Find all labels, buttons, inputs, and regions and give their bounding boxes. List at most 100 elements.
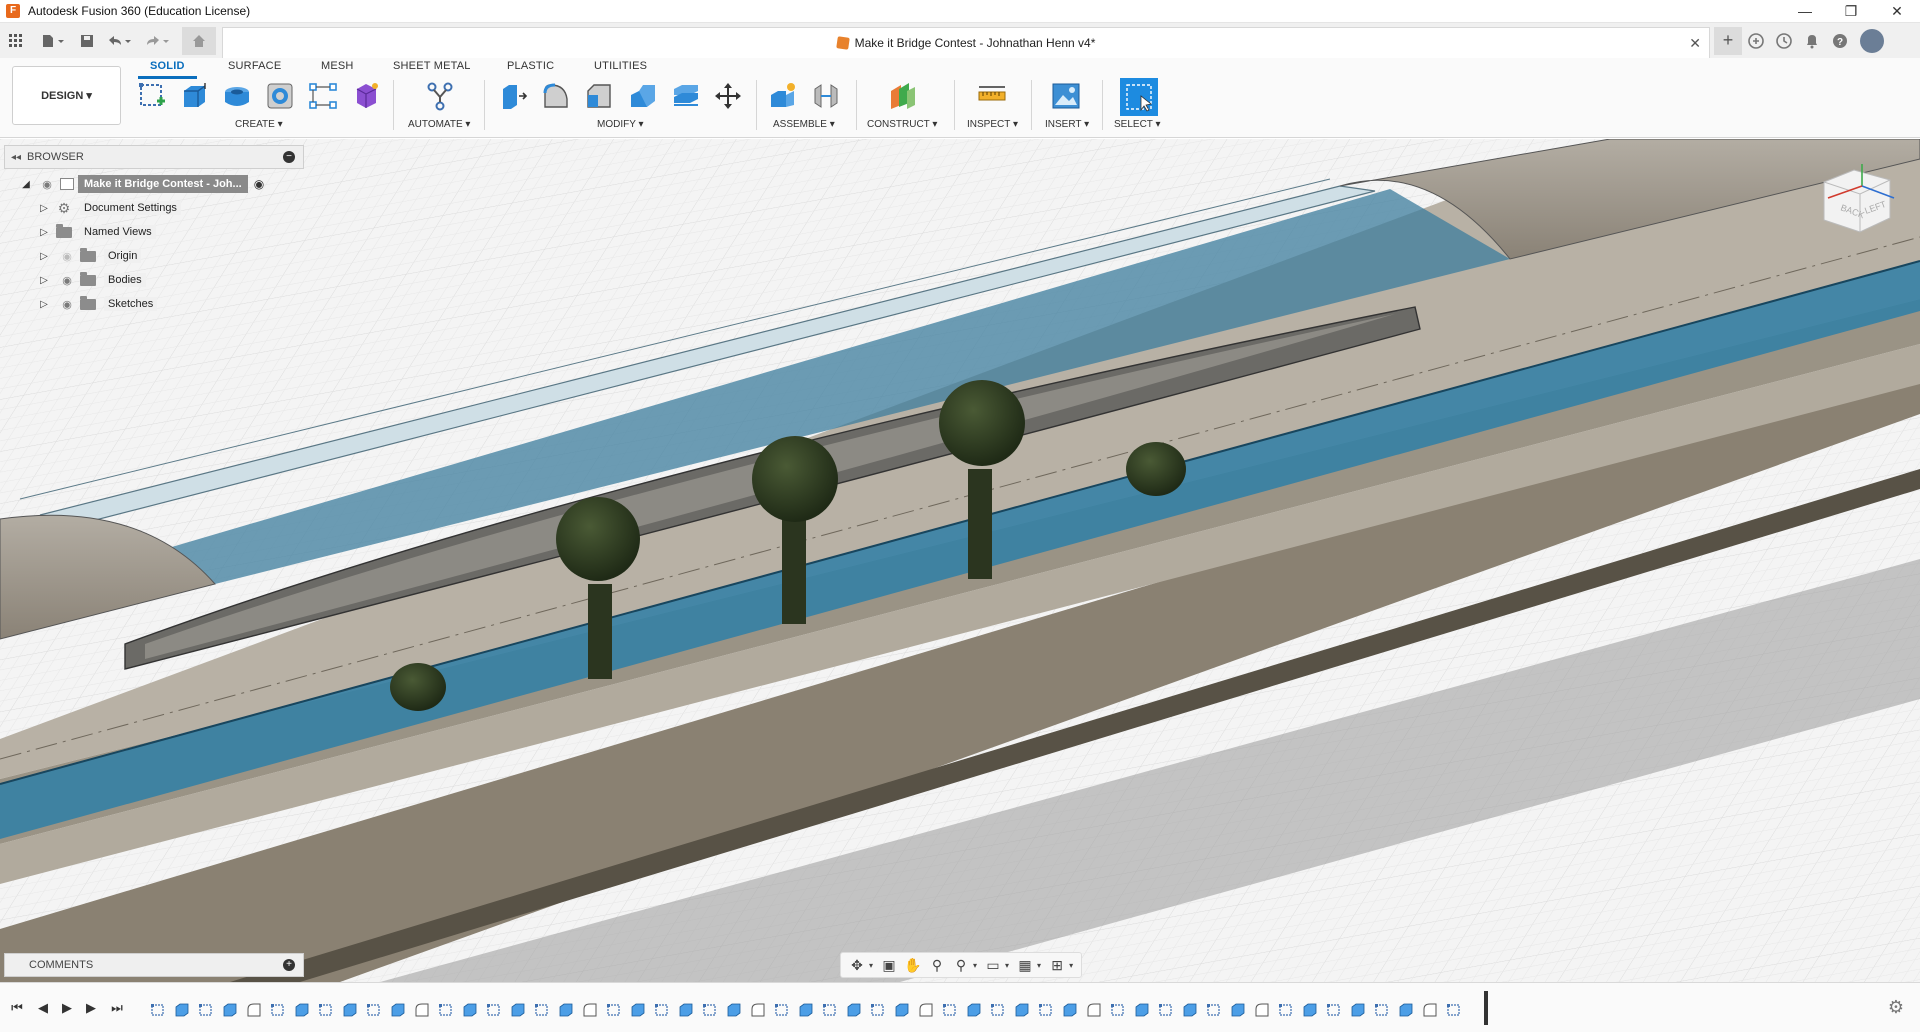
timeline-feature-fillet-icon[interactable] [578,1001,602,1019]
automate-icon[interactable] [424,80,456,112]
timeline-feature-extrude-icon[interactable] [1298,1001,1322,1019]
file-menu-icon[interactable] [32,27,74,55]
chevron-down-icon[interactable]: ▾ [1037,961,1041,970]
form-icon[interactable] [350,80,382,112]
measure-icon[interactable] [976,80,1008,112]
timeline-feature-fillet-icon[interactable] [242,1001,266,1019]
inspect-menu[interactable]: INSPECT ▾ [967,119,1018,130]
tab-sheet-metal[interactable]: SHEET METAL [393,60,471,72]
timeline-feature-extrude-icon[interactable] [842,1001,866,1019]
expand-icon[interactable]: ▷ [38,226,50,238]
timeline-feature-sketch-icon[interactable] [1034,1001,1058,1019]
new-component-icon[interactable] [767,80,799,112]
browser-item-sketches[interactable]: ▷ ◉ Sketches [38,294,158,314]
collapse-panel-icon[interactable]: ◂◂ [5,152,27,163]
timeline-feature-extrude-icon[interactable] [1010,1001,1034,1019]
document-tab[interactable]: Make it Bridge Contest - Johnathan Henn … [222,27,1710,58]
timeline-feature-extrude-icon[interactable] [1394,1001,1418,1019]
restore-button[interactable]: ❐ [1828,0,1874,23]
pattern-icon[interactable] [307,80,339,112]
timeline-feature-sketch-icon[interactable] [1322,1001,1346,1019]
go-to-start-icon[interactable]: ⏮ [6,997,28,1019]
chevron-down-icon[interactable]: ▾ [1005,961,1009,970]
timeline-feature-extrude-icon[interactable] [890,1001,914,1019]
timeline-feature-extrude-icon[interactable] [626,1001,650,1019]
add-comment-button[interactable]: + [283,959,295,971]
close-tab-icon[interactable]: ✕ [1689,35,1701,52]
home-icon[interactable] [182,26,216,55]
browser-root-item[interactable]: ◢ ◉ Make it Bridge Contest - Joh... ◉ [20,174,264,194]
browser-item-document-settings[interactable]: ▷ ⚙ Document Settings [38,198,181,218]
timeline-feature-sketch-icon[interactable] [698,1001,722,1019]
timeline-marker[interactable] [1484,991,1488,1025]
create-menu[interactable]: CREATE ▾ [235,119,283,130]
browser-item-named-views[interactable]: ▷ Named Views [38,222,156,242]
insert-menu[interactable]: INSERT ▾ [1045,119,1089,130]
notifications-icon[interactable] [1798,27,1826,55]
expand-root-icon[interactable]: ◢ [20,178,32,190]
timeline-feature-fillet-icon[interactable] [410,1001,434,1019]
pan-icon[interactable]: ✋ [901,954,925,976]
revolve-icon[interactable] [221,80,253,112]
play-icon[interactable]: ▶ [56,997,78,1019]
redo-icon[interactable] [138,27,176,55]
activate-radio-icon[interactable]: ◉ [254,177,264,191]
step-back-icon[interactable]: ◀ [32,997,54,1019]
timeline-feature-sketch-icon[interactable] [770,1001,794,1019]
timeline-feature-sketch-icon[interactable] [194,1001,218,1019]
extrude-icon[interactable] [178,80,210,112]
expand-icon[interactable]: ▷ [38,250,50,262]
extensions-icon[interactable] [1742,27,1770,55]
timeline-feature-extrude-icon[interactable] [962,1001,986,1019]
apps-grid-icon[interactable] [0,27,32,55]
visibility-eye-icon[interactable]: ◉ [60,274,74,287]
timeline-feature-extrude-icon[interactable] [1130,1001,1154,1019]
timeline-feature-sketch-icon[interactable] [434,1001,458,1019]
workspace-switcher[interactable]: DESIGN ▾ [12,66,121,125]
go-to-end-icon[interactable]: ⏭ [106,997,128,1019]
timeline-feature-extrude-icon[interactable] [1226,1001,1250,1019]
timeline-feature-sketch-icon[interactable] [866,1001,890,1019]
browser-item-origin[interactable]: ▷ ◉ Origin [38,246,142,266]
tab-solid[interactable]: SOLID [138,60,197,79]
tab-surface[interactable]: SURFACE [228,60,281,72]
select-icon[interactable] [1120,78,1158,116]
visibility-eye-icon[interactable]: ◉ [40,178,54,191]
timeline-feature-fillet-icon[interactable] [914,1001,938,1019]
timeline-feature-sketch-icon[interactable] [1442,1001,1466,1019]
timeline-feature-sketch-icon[interactable] [650,1001,674,1019]
expand-icon[interactable]: ▷ [38,202,50,214]
timeline-feature-sketch-icon[interactable] [146,1001,170,1019]
help-icon[interactable]: ? [1826,27,1854,55]
construct-menu[interactable]: CONSTRUCT ▾ [867,119,937,130]
expand-icon[interactable]: ▷ [38,298,50,310]
look-at-icon[interactable]: ▣ [877,954,901,976]
timeline-feature-extrude-icon[interactable] [218,1001,242,1019]
timeline-feature-sketch-icon[interactable] [938,1001,962,1019]
browser-collapse-button[interactable]: − [283,151,295,163]
chevron-down-icon[interactable]: ▾ [973,961,977,970]
timeline-feature-extrude-icon[interactable] [458,1001,482,1019]
minimize-button[interactable]: — [1782,0,1828,23]
select-menu[interactable]: SELECT ▾ [1114,119,1161,130]
press-pull-icon[interactable] [498,80,530,112]
timeline-feature-extrude-icon[interactable] [386,1001,410,1019]
timeline-feature-sketch-icon[interactable] [482,1001,506,1019]
new-tab-icon[interactable]: + [1714,26,1742,55]
timeline-feature-fillet-icon[interactable] [1418,1001,1442,1019]
timeline-feature-extrude-icon[interactable] [722,1001,746,1019]
undo-icon[interactable] [100,27,138,55]
visibility-eye-icon[interactable]: ◉ [60,298,74,311]
timeline-feature-sketch-icon[interactable] [1370,1001,1394,1019]
timeline-feature-sketch-icon[interactable] [530,1001,554,1019]
timeline-feature-sketch-icon[interactable] [362,1001,386,1019]
zoom-window-icon[interactable]: ⚲ [949,954,973,976]
user-avatar[interactable] [1860,28,1884,53]
tab-utilities[interactable]: UTILITIES [594,60,647,72]
tab-plastic[interactable]: PLASTIC [507,60,554,72]
automate-menu[interactable]: AUTOMATE ▾ [408,119,470,130]
sweep-icon[interactable] [264,80,296,112]
save-icon[interactable] [74,27,100,55]
viewports-icon[interactable]: ⊞ [1045,954,1069,976]
chamfer-icon[interactable] [583,80,615,112]
